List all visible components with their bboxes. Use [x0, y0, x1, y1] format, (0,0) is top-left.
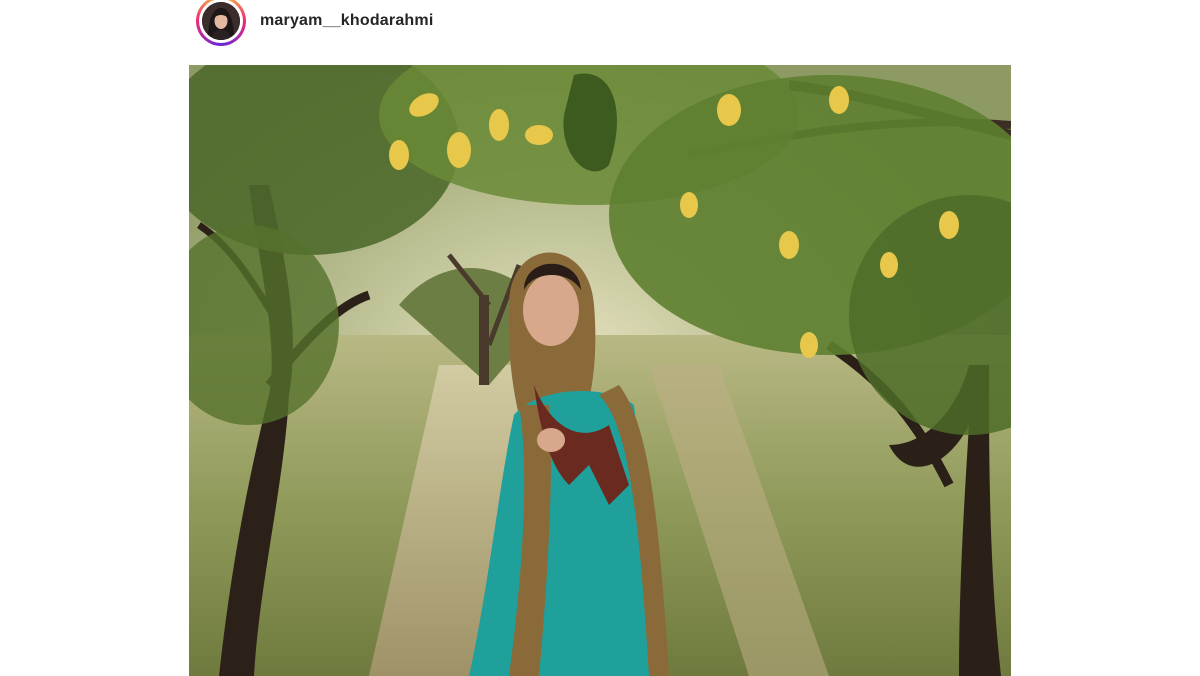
- username-link[interactable]: maryam__khodarahmi: [260, 12, 433, 30]
- post-photo[interactable]: [189, 65, 1011, 676]
- post-header: maryam__khodarahmi: [196, 0, 1016, 46]
- story-ring[interactable]: [196, 0, 246, 46]
- avatar-icon: [202, 2, 240, 40]
- avatar[interactable]: [202, 2, 240, 40]
- woman-in-orchard-photo: [189, 65, 1011, 676]
